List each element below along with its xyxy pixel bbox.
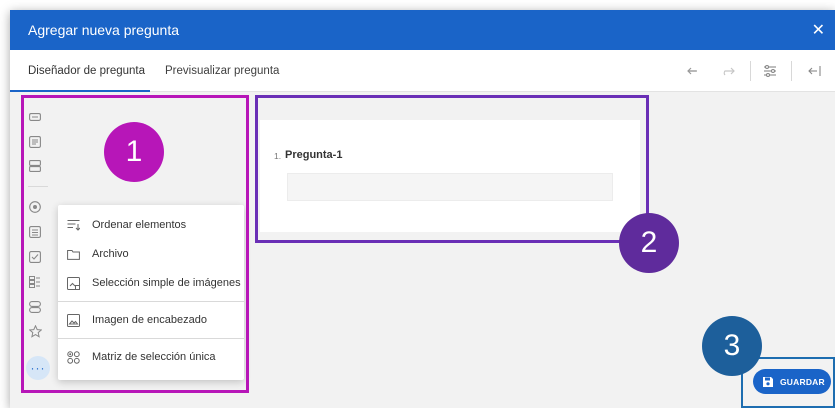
- tab-question-preview[interactable]: Previsualizar pregunta: [165, 65, 279, 77]
- dialog-title: Agregar nueva pregunta: [28, 22, 179, 38]
- annotation-badge-1: 1: [104, 122, 164, 182]
- settings-sliders-icon[interactable]: [761, 62, 779, 80]
- annotation-badge-2: 2: [619, 213, 679, 273]
- collapse-panel-icon[interactable]: [806, 62, 824, 80]
- tab-bar: Diseñador de pregunta Previsualizar preg…: [10, 50, 835, 92]
- annotation-box-2: [255, 95, 649, 243]
- annotation-badge-3: 3: [702, 316, 762, 376]
- undo-icon[interactable]: [685, 62, 703, 80]
- redo-icon[interactable]: [719, 62, 737, 80]
- toolbar-divider: [750, 61, 751, 81]
- tab-question-designer[interactable]: Diseñador de pregunta: [28, 65, 145, 77]
- toolbar-divider-2: [791, 61, 792, 81]
- dialog-title-bar: Agregar nueva pregunta ✕: [10, 10, 835, 50]
- close-icon[interactable]: ✕: [812, 20, 825, 40]
